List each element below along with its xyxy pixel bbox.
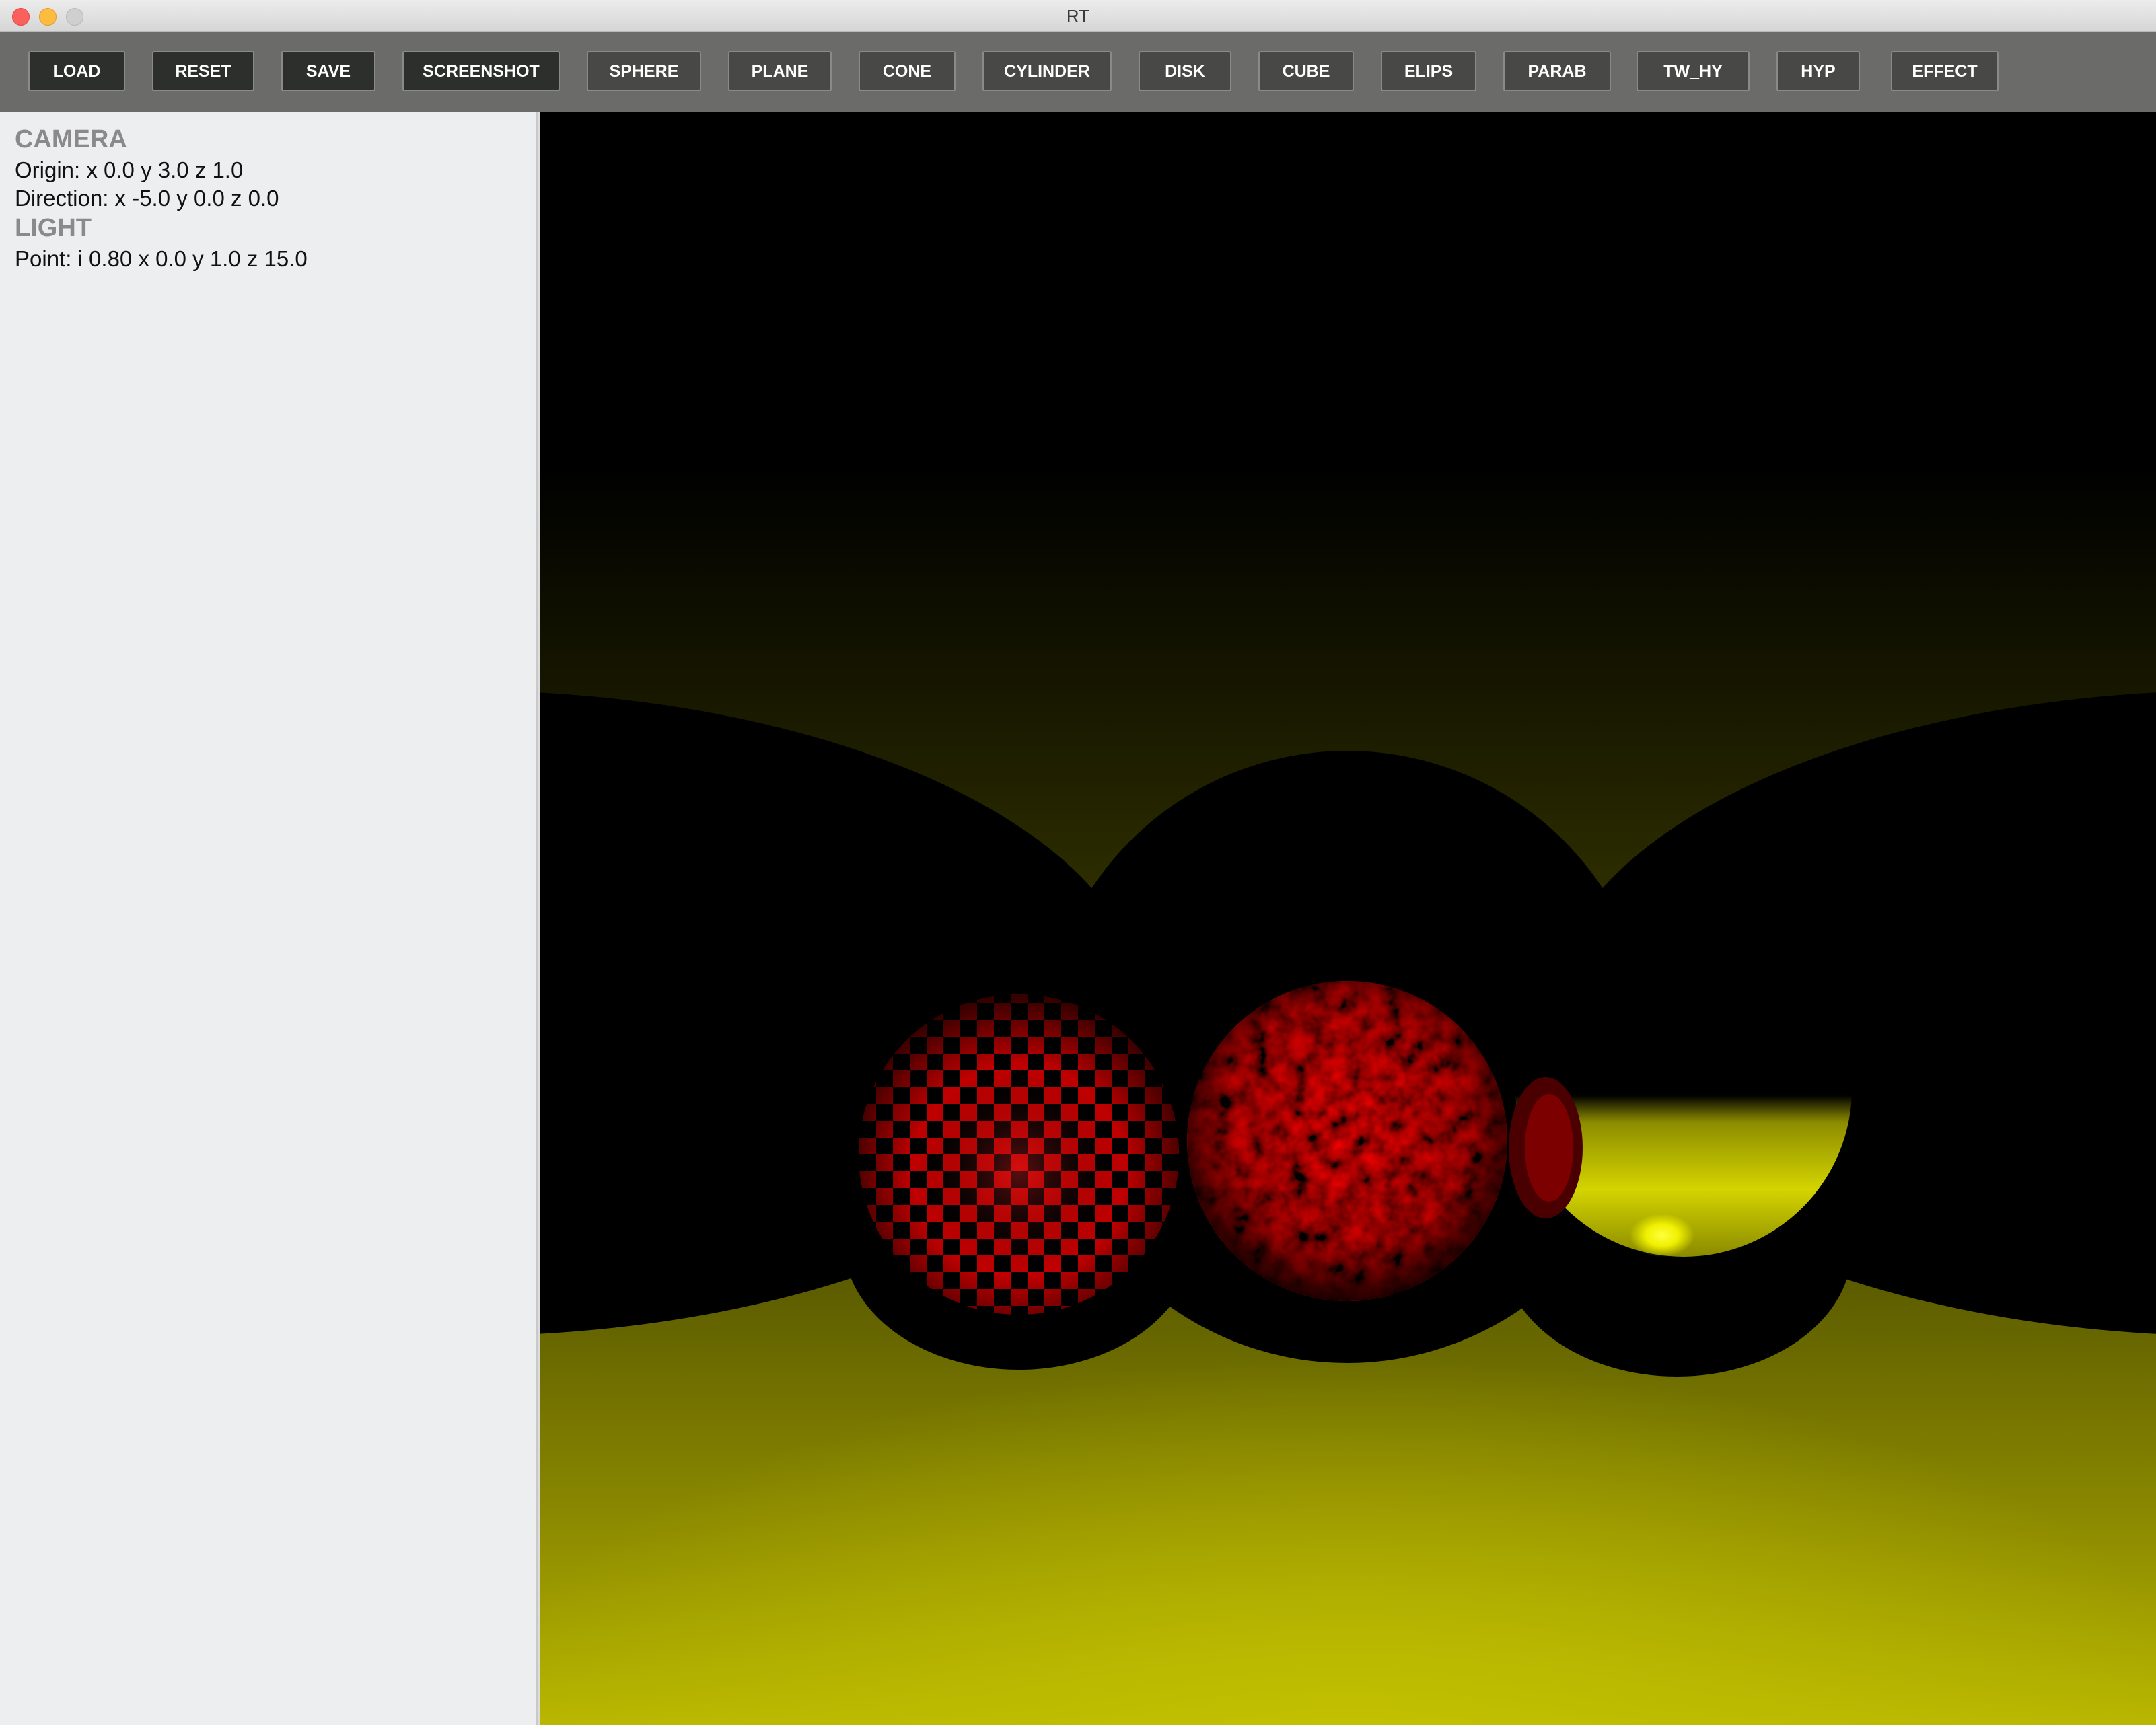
cone-button[interactable]: CONE [859, 51, 956, 91]
plane-button[interactable]: PLANE [728, 51, 832, 91]
app-window: RT LOAD RESET SAVE SCREENSHOT SPHERE PLA… [0, 0, 2156, 1725]
screenshot-button[interactable]: SCREENSHOT [402, 51, 560, 91]
render-viewport[interactable] [540, 112, 2156, 1725]
tw-hy-button[interactable]: TW_HY [1637, 51, 1750, 91]
elips-button[interactable]: ELIPS [1381, 51, 1476, 91]
textured-sphere [1187, 981, 1507, 1301]
cylinder-button[interactable]: CYLINDER [982, 51, 1112, 91]
sphere-button[interactable]: SPHERE [587, 51, 701, 91]
title-bar: RT [0, 0, 2156, 32]
camera-origin: Origin: x 0.0 y 3.0 z 1.0 [15, 157, 244, 182]
light-heading: LIGHT [15, 214, 92, 242]
reset-button[interactable]: RESET [152, 51, 254, 91]
camera-direction: Direction: x -5.0 y 0.0 z 0.0 [15, 186, 279, 211]
save-button[interactable]: SAVE [281, 51, 375, 91]
hyp-button[interactable]: HYP [1776, 51, 1860, 91]
window-title: RT [1066, 6, 1090, 26]
cube-button[interactable]: CUBE [1258, 51, 1354, 91]
info-panel: CAMERA Origin: x 0.0 y 3.0 z 1.0 Directi… [0, 112, 538, 1725]
parab-button[interactable]: PARAB [1503, 51, 1611, 91]
rendered-scene [540, 112, 2156, 1725]
camera-heading: CAMERA [15, 125, 127, 153]
light-point: Point: i 0.80 x 0.0 y 1.0 z 15.0 [15, 246, 308, 271]
load-button[interactable]: LOAD [28, 51, 125, 91]
effect-button[interactable]: EFFECT [1891, 51, 1999, 91]
toolbar: LOAD RESET SAVE SCREENSHOT SPHERE PLANE … [0, 32, 2156, 112]
disk-button[interactable]: DISK [1139, 51, 1231, 91]
